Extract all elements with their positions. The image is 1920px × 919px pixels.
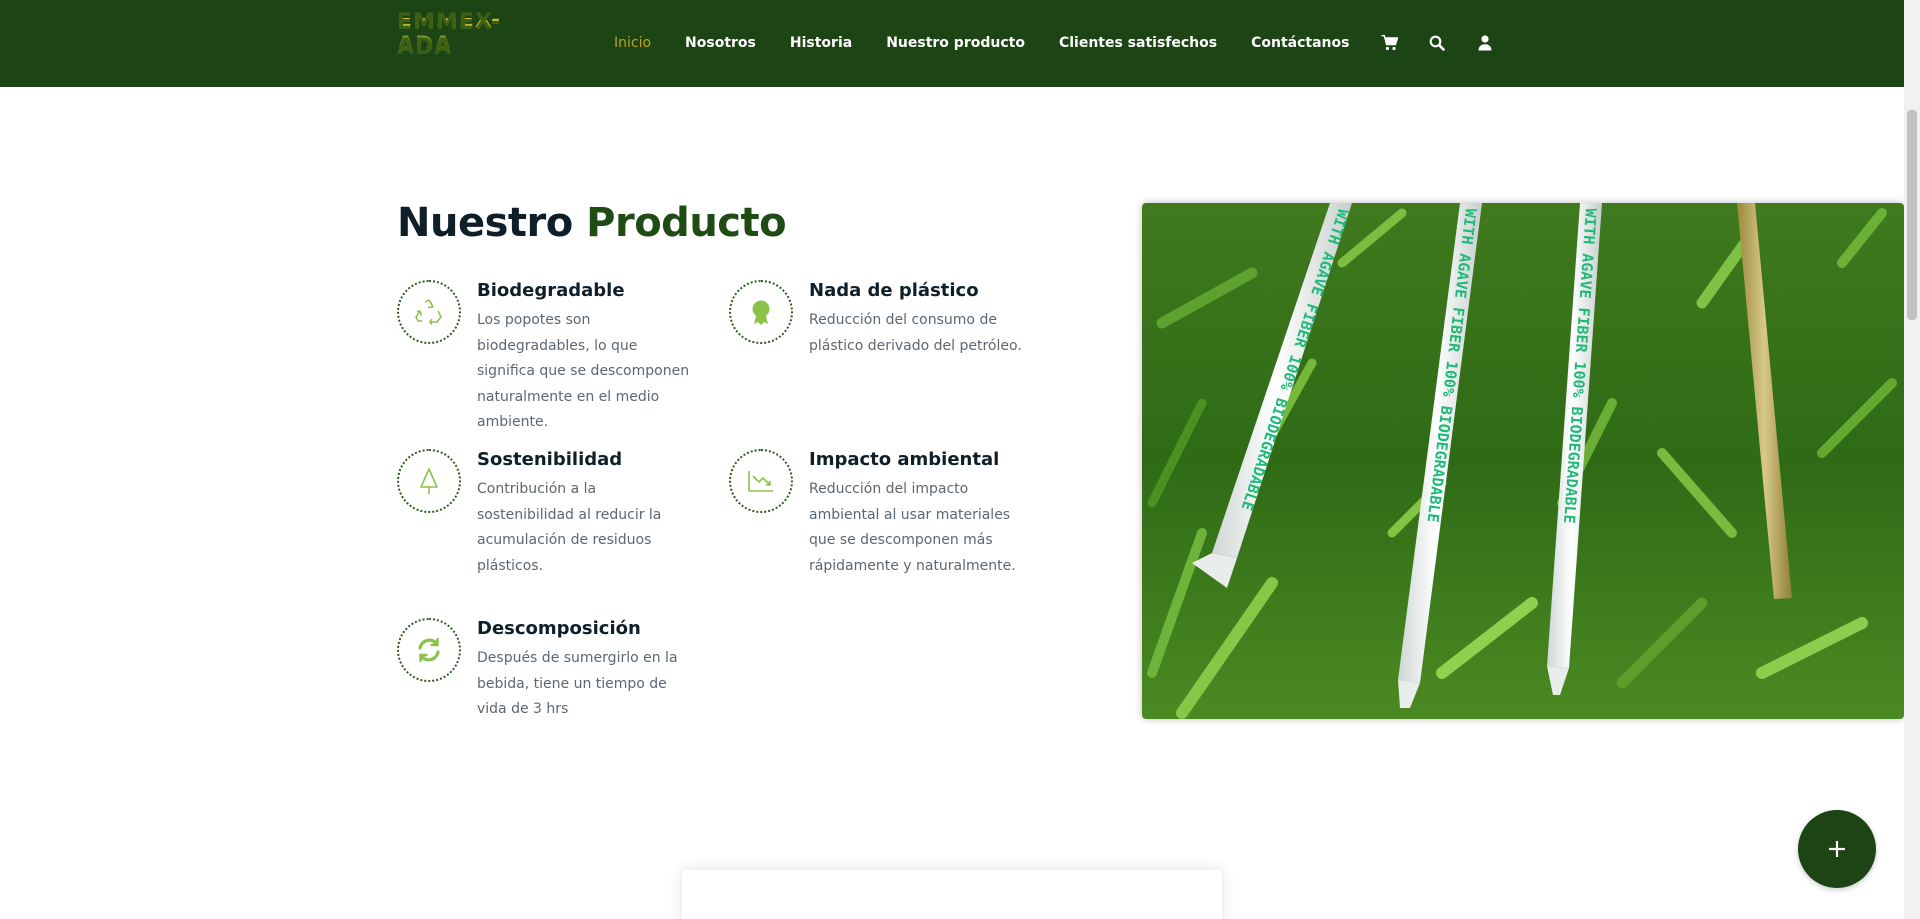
bottom-card	[682, 870, 1222, 919]
recycle-icon	[397, 280, 461, 344]
chart-down-icon	[729, 449, 793, 513]
nav-icons	[1380, 34, 1494, 52]
feature-description: Los popotes son biodegradables, lo que s…	[477, 312, 690, 430]
feature-description: Contribución a la sostenibilidad al redu…	[477, 481, 662, 574]
nav-link-historia[interactable]: Historia	[790, 35, 852, 51]
floating-add-button[interactable]	[1798, 810, 1876, 888]
cart-icon[interactable]	[1380, 34, 1398, 52]
nav-link-nuestro-producto[interactable]: Nuestro producto	[886, 35, 1025, 51]
main-nav: Inicio Nosotros Historia Nuestro product…	[614, 35, 1383, 51]
logo[interactable]: EMMEX-ADA	[397, 8, 547, 58]
feature-title: Descomposición	[477, 618, 641, 639]
user-icon[interactable]	[1476, 34, 1494, 52]
feature-title: Impacto ambiental	[809, 449, 1000, 470]
straws-on-grass-image: WITH AGAVE FIBER 100% BIODEGRADABLE WITH…	[1142, 203, 1904, 719]
scrollbar-thumb[interactable]	[1907, 110, 1917, 320]
plus-icon	[1829, 841, 1845, 857]
nav-link-clientes-satisfechos[interactable]: Clientes satisfechos	[1059, 35, 1217, 51]
nav-link-contactanos[interactable]: Contáctanos	[1251, 35, 1349, 51]
nav-link-nosotros[interactable]: Nosotros	[685, 35, 756, 51]
page-scrollbar[interactable]	[1904, 0, 1920, 919]
section-title-part2: Producto	[586, 200, 787, 246]
tree-icon	[397, 449, 461, 513]
badge-icon	[729, 280, 793, 344]
section-title: Nuestro Producto	[397, 200, 787, 246]
feature-title: Nada de plástico	[809, 280, 979, 301]
feature-title: Sostenibilidad	[477, 449, 623, 470]
navbar: EMMEX-ADA Inicio Nosotros Historia Nuest…	[0, 0, 1904, 87]
nav-link-inicio[interactable]: Inicio	[614, 35, 651, 51]
feature-description: Reducción del consumo de plástico deriva…	[809, 312, 1022, 354]
feature-title: Biodegradable	[477, 280, 625, 301]
search-icon[interactable]	[1428, 34, 1446, 52]
section-title-part1: Nuestro	[397, 200, 573, 246]
refresh-icon	[397, 618, 461, 682]
feature-description: Reducción del impacto ambiental al usar …	[809, 481, 1016, 574]
feature-description: Después de sumergirlo en la bebida, tien…	[477, 650, 678, 717]
product-photo: WITH AGAVE FIBER 100% BIODEGRADABLE WITH…	[1142, 203, 1904, 719]
